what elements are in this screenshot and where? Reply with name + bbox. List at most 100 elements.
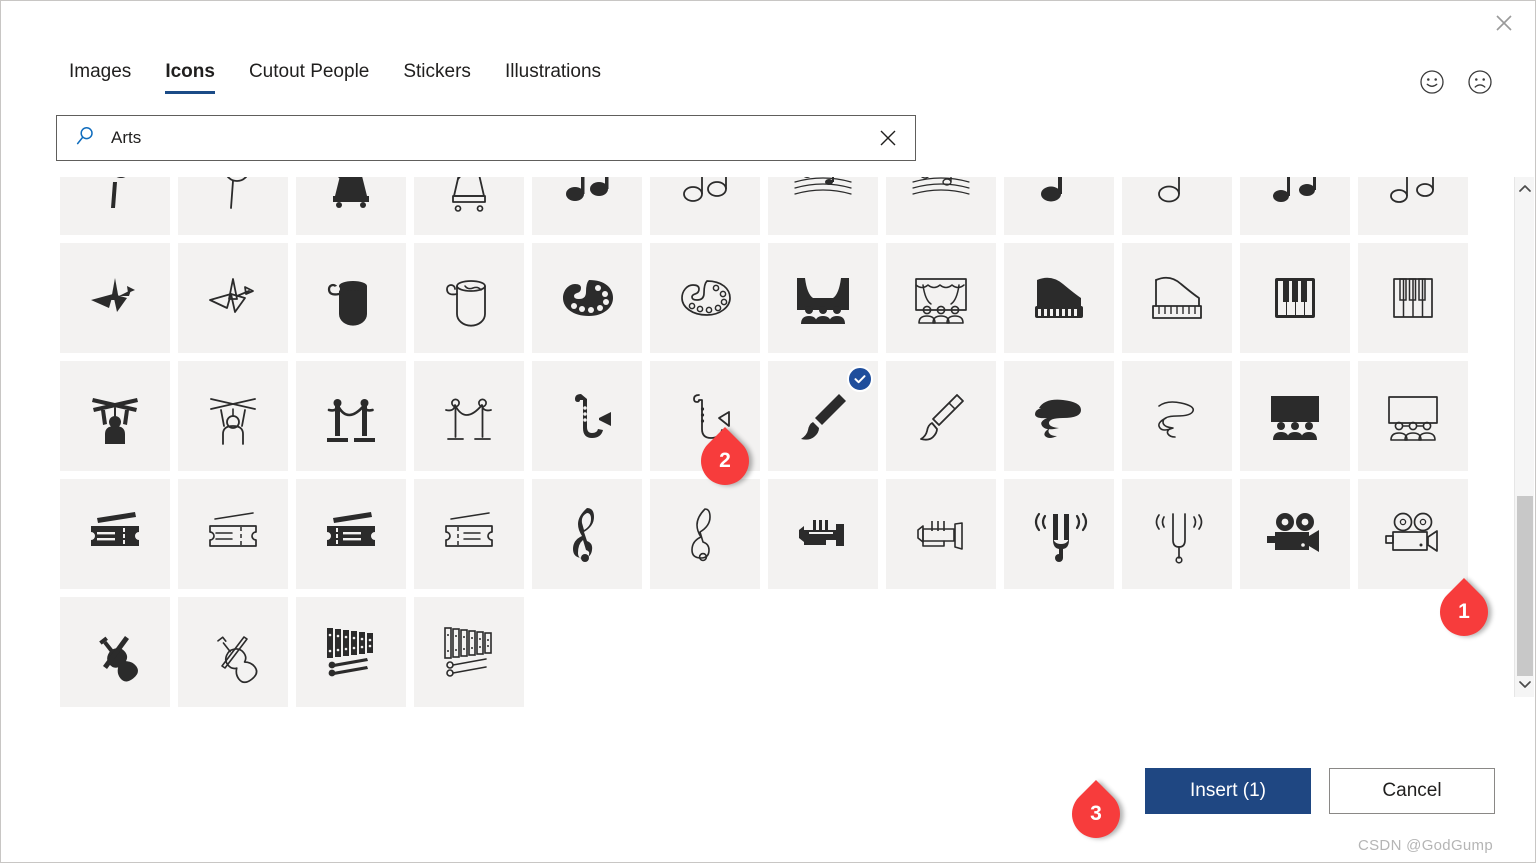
close-icon <box>1494 13 1514 33</box>
scroll-down-button[interactable] <box>1515 673 1535 697</box>
close-button[interactable] <box>1481 5 1527 41</box>
clear-search-button[interactable] <box>875 125 901 151</box>
icon-grid-viewport <box>56 177 1496 737</box>
icon-paint-swirl-filled[interactable] <box>1004 361 1114 471</box>
icon-cell <box>528 177 646 239</box>
icon-trumpet-filled[interactable] <box>768 479 878 589</box>
icon-cell <box>764 177 882 239</box>
icon-tickets-pair-filled[interactable] <box>296 479 406 589</box>
icon-theater-stage-filled[interactable] <box>768 243 878 353</box>
scroll-up-button[interactable] <box>1515 177 1535 201</box>
icon-cell <box>1236 475 1354 593</box>
icon-piano-keys-outline[interactable] <box>1358 243 1468 353</box>
icon-paint-palette-outline[interactable] <box>650 243 760 353</box>
icon-velvet-rope-outline[interactable] <box>414 361 524 471</box>
icon-tuning-fork-filled[interactable] <box>1004 479 1114 589</box>
icon-theater-stage-outline[interactable] <box>886 243 996 353</box>
icon-violin-filled[interactable] <box>60 597 170 707</box>
search-input[interactable] <box>109 116 875 160</box>
insert-icons-dialog: Images Icons Cutout People Stickers Illu… <box>0 0 1536 863</box>
icon-cell <box>528 357 646 475</box>
icon-marionette-outline[interactable] <box>178 361 288 471</box>
icon-music-note-pair-outline[interactable] <box>1358 177 1468 235</box>
scrollbar-track[interactable] <box>1515 201 1535 676</box>
results-scrollbar[interactable] <box>1514 177 1534 697</box>
icon-microphone-stand-filled[interactable] <box>60 177 170 235</box>
icon-cell <box>410 593 528 711</box>
tab-illustrations[interactable]: Illustrations <box>505 49 601 97</box>
icon-cell <box>646 357 764 475</box>
icon-music-staff-outline[interactable] <box>886 177 996 235</box>
icon-origami-crane-outline[interactable] <box>178 243 288 353</box>
cancel-button[interactable]: Cancel <box>1329 768 1495 814</box>
tab-stickers[interactable]: Stickers <box>403 49 471 97</box>
icon-paint-bucket-outline[interactable] <box>414 243 524 353</box>
icon-cinema-audience-outline[interactable] <box>1358 361 1468 471</box>
icon-cell <box>174 177 292 239</box>
icon-music-notes-filled[interactable] <box>532 177 642 235</box>
icon-microphone-stand-outline[interactable] <box>178 177 288 235</box>
smiley-happy-icon[interactable] <box>1419 69 1445 100</box>
tab-cutout-people[interactable]: Cutout People <box>249 49 369 97</box>
watermark-text: CSDN @GodGump <box>1358 837 1493 854</box>
icon-saxophone-outline[interactable] <box>650 361 760 471</box>
feedback-icon-group <box>1419 69 1493 100</box>
icon-origami-crane-filled[interactable] <box>60 243 170 353</box>
icon-ticket-filled[interactable] <box>60 479 170 589</box>
icon-cell <box>528 239 646 357</box>
icon-marionette-filled[interactable] <box>60 361 170 471</box>
icon-metronome-filled[interactable] <box>296 177 406 235</box>
icon-cell <box>1118 239 1236 357</box>
icon-cell <box>764 475 882 593</box>
icon-metronome-outline[interactable] <box>414 177 524 235</box>
icon-paintbrush-outline[interactable] <box>886 361 996 471</box>
icon-music-notes-outline[interactable] <box>650 177 760 235</box>
icon-movie-camera-filled[interactable] <box>1240 479 1350 589</box>
icon-cell <box>56 475 174 593</box>
icon-violin-outline[interactable] <box>178 597 288 707</box>
icon-paint-swirl-outline[interactable] <box>1122 361 1232 471</box>
icon-paint-palette-filled[interactable] <box>532 243 642 353</box>
icon-paint-bucket-filled[interactable] <box>296 243 406 353</box>
icon-music-note-single-outline[interactable] <box>1122 177 1232 235</box>
insert-button[interactable]: Insert (1) <box>1145 768 1311 814</box>
search-icon <box>73 124 97 153</box>
scrollbar-thumb[interactable] <box>1517 496 1533 676</box>
icon-treble-clef-filled[interactable] <box>532 479 642 589</box>
icon-cell <box>292 357 410 475</box>
icon-tickets-pair-outline[interactable] <box>414 479 524 589</box>
tab-bar: Images Icons Cutout People Stickers Illu… <box>1 49 1535 107</box>
icon-cell <box>1236 357 1354 475</box>
icon-cell <box>1236 239 1354 357</box>
icon-movie-camera-outline[interactable] <box>1358 479 1468 589</box>
icon-treble-clef-outline[interactable] <box>650 479 760 589</box>
icon-cell <box>1236 177 1354 239</box>
icon-grid <box>56 177 1472 711</box>
selected-check-badge <box>847 366 873 392</box>
icon-xylophone-filled[interactable] <box>296 597 406 707</box>
icon-cell <box>882 357 1000 475</box>
icon-xylophone-outline[interactable] <box>414 597 524 707</box>
icon-cell <box>764 239 882 357</box>
icon-cell <box>1000 239 1118 357</box>
icon-grand-piano-outline[interactable] <box>1122 243 1232 353</box>
icon-cell <box>646 239 764 357</box>
icon-music-note-single-filled[interactable] <box>1004 177 1114 235</box>
tab-images[interactable]: Images <box>69 49 131 97</box>
icon-cinema-audience-filled[interactable] <box>1240 361 1350 471</box>
icon-ticket-outline[interactable] <box>178 479 288 589</box>
icon-saxophone-filled[interactable] <box>532 361 642 471</box>
icon-music-note-pair-filled[interactable] <box>1240 177 1350 235</box>
search-box[interactable] <box>56 115 916 161</box>
tab-icons[interactable]: Icons <box>165 49 215 97</box>
icon-trumpet-outline[interactable] <box>886 479 996 589</box>
icon-tuning-fork-outline[interactable] <box>1122 479 1232 589</box>
icon-velvet-rope-filled[interactable] <box>296 361 406 471</box>
icon-cell <box>174 593 292 711</box>
icon-cell <box>292 593 410 711</box>
smiley-sad-icon[interactable] <box>1467 69 1493 100</box>
icon-paintbrush-filled[interactable] <box>768 361 878 471</box>
icon-music-staff-filled[interactable] <box>768 177 878 235</box>
icon-piano-keys-filled[interactable] <box>1240 243 1350 353</box>
icon-grand-piano-filled[interactable] <box>1004 243 1114 353</box>
